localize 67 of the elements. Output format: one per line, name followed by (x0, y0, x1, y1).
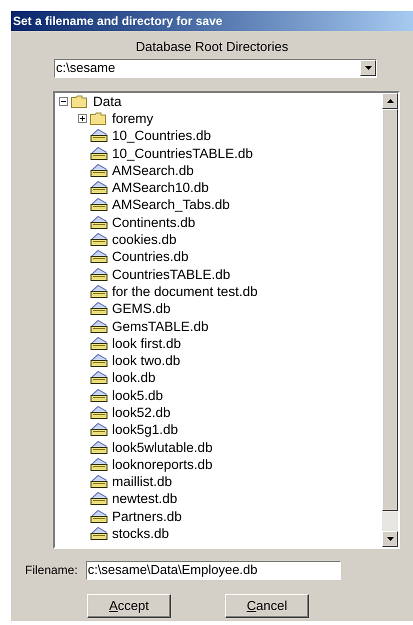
tray-icon (90, 491, 108, 506)
dialog-button[interactable]: Cancel (225, 594, 309, 618)
tray-icon (90, 336, 108, 351)
tray-icon (90, 232, 108, 248)
tray-icon (90, 266, 108, 282)
expand-icon[interactable] (78, 114, 87, 123)
filename-field[interactable]: c:\sesame\Data\Employee.db (86, 560, 341, 580)
tree-item[interactable]: Partners.db (112, 508, 182, 524)
folder-icon (71, 94, 87, 108)
tree-item[interactable]: AMSearch10.db (112, 180, 209, 196)
tray-icon (90, 404, 108, 420)
tray-icon (90, 353, 108, 368)
tree-item[interactable]: look5g1.db (112, 422, 178, 438)
tray-icon (90, 214, 108, 230)
tree-item[interactable]: look.db (112, 370, 156, 386)
tray-icon (90, 526, 108, 542)
tray-icon (90, 180, 108, 196)
tray-icon (90, 301, 108, 316)
tree-item[interactable]: look first.db (112, 336, 182, 351)
scroll-up-button[interactable] (382, 92, 398, 108)
dropdown-arrow-button[interactable] (360, 60, 376, 76)
tray-icon (90, 422, 108, 438)
tree-item[interactable]: 10_CountriesTABLE.db (112, 146, 253, 161)
tree-item[interactable]: Data (93, 94, 122, 109)
caret-icon (364, 66, 372, 70)
directory-dropdown[interactable]: c:\sesame (54, 58, 377, 78)
tree-item[interactable]: look two.db (112, 353, 180, 368)
tree-item[interactable]: Countries.db (112, 249, 189, 264)
tray-icon (90, 284, 108, 299)
tree-item[interactable]: maillist.db (112, 474, 172, 490)
tray-icon (90, 318, 108, 334)
tree-item[interactable]: look5wlutable.db (112, 440, 213, 455)
tray-icon (90, 249, 108, 264)
tree-item[interactable]: GEMS.db (112, 301, 171, 316)
tray-icon (90, 370, 108, 386)
collapse-icon[interactable] (59, 96, 68, 106)
tree-item[interactable]: foremy (112, 110, 154, 126)
scroll-down-button[interactable] (382, 530, 398, 546)
caret-icon (386, 536, 394, 540)
field-label: Database Root Directories (136, 38, 288, 56)
tray-icon (90, 388, 108, 403)
tree-item[interactable]: look52.db (112, 404, 171, 420)
window-title: Set a filename and directory for save (13, 13, 222, 30)
tree-item[interactable]: 10_Countries.db (112, 128, 212, 144)
tree-item[interactable]: newtest.db (112, 491, 178, 506)
tree-item[interactable]: for the document test.db (112, 284, 258, 299)
tray-icon (90, 197, 108, 212)
tray-icon (90, 128, 108, 144)
tree-item[interactable]: cookies.db (112, 232, 177, 248)
tray-icon (90, 474, 108, 490)
tree-item[interactable]: GemsTABLE.db (112, 318, 209, 334)
field-label: Filename: (25, 562, 78, 579)
tray-icon (90, 508, 108, 524)
tray-icon (90, 456, 108, 472)
tray-icon (90, 440, 108, 455)
dialog-button[interactable]: Accept (87, 594, 171, 618)
tree-item[interactable]: AMSearch.db (112, 162, 194, 178)
caret-icon (386, 98, 394, 102)
folder-icon (90, 112, 106, 125)
tree-item[interactable]: CountriesTABLE.db (112, 266, 230, 282)
tree-item[interactable]: AMSearch_Tabs.db (112, 197, 230, 212)
tray-icon (90, 162, 108, 178)
tree-item[interactable]: looknoreports.db (112, 456, 213, 472)
tree-item[interactable]: look5.db (112, 388, 164, 403)
tree-item[interactable]: Continents.db (112, 214, 196, 230)
tree-item[interactable]: stocks.db (112, 526, 170, 542)
tray-icon (90, 146, 108, 161)
